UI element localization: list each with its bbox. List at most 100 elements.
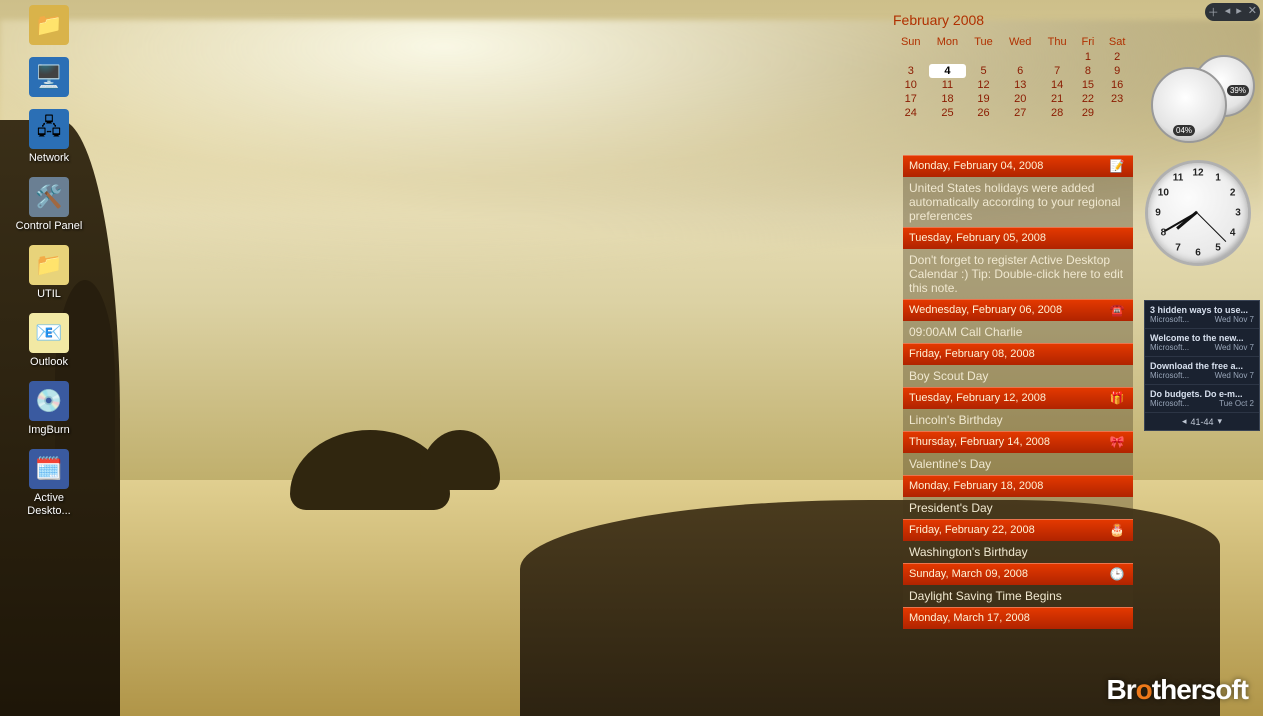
calendar-day[interactable]: 2: [1101, 50, 1133, 64]
calendar-day[interactable]: 27: [1001, 106, 1040, 120]
desktop-icon-label: Outlook: [12, 356, 86, 369]
calendar-day[interactable]: 17: [893, 92, 929, 106]
desktop-icon[interactable]: 📁: [12, 5, 86, 45]
feed-pager[interactable]: ◂ 41-44 ▾: [1145, 413, 1259, 430]
event-body[interactable]: Lincoln's Birthday: [903, 409, 1133, 431]
sidebar-prev-icon[interactable]: ◂: [1225, 4, 1231, 20]
clock-number: 4: [1230, 228, 1236, 239]
calendar-day[interactable]: 14: [1040, 78, 1075, 92]
desktop-icon[interactable]: 📁 UTIL: [12, 245, 86, 301]
desktop-icon[interactable]: 🖥️: [12, 57, 86, 97]
clock-number: 6: [1195, 248, 1201, 259]
calendar-day[interactable]: 24: [893, 106, 929, 120]
watermark-text: thersoft: [1152, 674, 1248, 705]
calendar-day[interactable]: 28: [1040, 106, 1075, 120]
calendar-grid: SunMonTueWedThuFriSat 123456789101112131…: [893, 34, 1133, 120]
event-header[interactable]: Wednesday, February 06, 2008 ☎️: [903, 299, 1133, 321]
calendar-day: [1040, 50, 1075, 64]
event-header[interactable]: Monday, March 17, 2008: [903, 607, 1133, 629]
cpu-gadget[interactable]: 39% 04%: [1151, 55, 1251, 145]
calendar-day[interactable]: 25: [929, 106, 967, 120]
sidebar-controls[interactable]: ＋ ◂ ▸ ✕: [1205, 3, 1260, 21]
calendar-day[interactable]: 7: [1040, 64, 1075, 78]
calendar-day[interactable]: 12: [966, 78, 1000, 92]
calendar-day[interactable]: 18: [929, 92, 967, 106]
desktop-icon-label: Active Deskto...: [12, 492, 86, 518]
calendar-day[interactable]: 16: [1101, 78, 1133, 92]
watermark-text: Br: [1107, 674, 1136, 705]
wallpaper-rock: [420, 430, 500, 490]
event-date: Tuesday, February 05, 2008: [909, 232, 1107, 244]
calendar-day[interactable]: 22: [1075, 92, 1102, 106]
event-header[interactable]: Tuesday, February 05, 2008: [903, 227, 1133, 249]
event-body[interactable]: Don't forget to register Active Desktop …: [903, 249, 1133, 299]
calendar-day[interactable]: 23: [1101, 92, 1133, 106]
calendar-day[interactable]: 3: [893, 64, 929, 78]
sidebar: ＋ ◂ ▸ ✕ 39% 04% 123456789101112 3 hidden…: [1143, 0, 1263, 716]
calendar-day[interactable]: 21: [1040, 92, 1075, 106]
calendar-day[interactable]: 9: [1101, 64, 1133, 78]
desktop-icon-glyph: 📧: [29, 313, 69, 353]
feed-item[interactable]: Welcome to the new... Microsoft...Wed No…: [1145, 329, 1259, 357]
event-header[interactable]: Sunday, March 09, 2008 🕒: [903, 563, 1133, 585]
desktop[interactable]: 📁 🖥️ 🖧 Network 🛠️ Control Panel 📁 UTIL 📧 Ou…: [0, 0, 1263, 716]
feed-item[interactable]: Do budgets. Do e-m... Microsoft...Tue Oc…: [1145, 385, 1259, 413]
feed-item[interactable]: 3 hidden ways to use... Microsoft...Wed …: [1145, 301, 1259, 329]
pager-prev-icon[interactable]: ◂: [1182, 416, 1187, 427]
calendar-day[interactable]: 11: [929, 78, 967, 92]
calendar-day[interactable]: 20: [1001, 92, 1040, 106]
event-date: Monday, March 17, 2008: [909, 612, 1107, 624]
event-body[interactable]: Daylight Saving Time Begins: [903, 585, 1133, 607]
calendar-day[interactable]: 13: [1001, 78, 1040, 92]
calendar-widget[interactable]: February 2008 SunMonTueWedThuFriSat 1234…: [893, 12, 1133, 120]
events-list[interactable]: Monday, February 04, 2008 📝United States…: [903, 155, 1133, 629]
calendar-day: [893, 50, 929, 64]
feed-when: Tue Oct 2: [1219, 399, 1254, 408]
clock-number: 11: [1173, 173, 1184, 184]
calendar-day[interactable]: 26: [966, 106, 1000, 120]
calendar-day[interactable]: 1: [1075, 50, 1102, 64]
event-body[interactable]: Washington's Birthday: [903, 541, 1133, 563]
feed-item[interactable]: Download the free a... Microsoft...Wed N…: [1145, 357, 1259, 385]
calendar-day[interactable]: 6: [1001, 64, 1040, 78]
calendar-day[interactable]: 10: [893, 78, 929, 92]
clock-number: 10: [1158, 188, 1169, 199]
calendar-day[interactable]: 8: [1075, 64, 1102, 78]
desktop-icon-glyph: 📁: [29, 245, 69, 285]
feed-title: Do budgets. Do e-m...: [1150, 389, 1254, 399]
feed-title: Download the free a...: [1150, 361, 1254, 371]
desktop-icon[interactable]: 🗓️ Active Deskto...: [12, 449, 86, 518]
desktop-icon[interactable]: 🖧 Network: [12, 109, 86, 165]
event-icon: 🎀: [1107, 434, 1127, 450]
event-header[interactable]: Friday, February 22, 2008 🎂: [903, 519, 1133, 541]
event-body[interactable]: 09:00AM Call Charlie: [903, 321, 1133, 343]
event-body[interactable]: United States holidays were added automa…: [903, 177, 1133, 227]
desktop-icon-glyph: 🗓️: [29, 449, 69, 489]
event-header[interactable]: Friday, February 08, 2008: [903, 343, 1133, 365]
calendar-dow: Tue: [966, 34, 1000, 50]
clock-gadget[interactable]: 123456789101112: [1145, 160, 1251, 266]
sidebar-next-icon[interactable]: ▸: [1236, 4, 1242, 20]
event-body[interactable]: President's Day: [903, 497, 1133, 519]
sidebar-close-icon[interactable]: ✕: [1248, 4, 1257, 20]
calendar-day[interactable]: 19: [966, 92, 1000, 106]
feed-gadget[interactable]: 3 hidden ways to use... Microsoft...Wed …: [1144, 300, 1260, 431]
calendar-day[interactable]: 15: [1075, 78, 1102, 92]
event-icon: [1107, 230, 1127, 246]
calendar-day[interactable]: 29: [1075, 106, 1102, 120]
event-header[interactable]: Tuesday, February 12, 2008 🎁: [903, 387, 1133, 409]
desktop-icon[interactable]: 🛠️ Control Panel: [12, 177, 86, 233]
event-header[interactable]: Monday, February 04, 2008 📝: [903, 155, 1133, 177]
desktop-icon[interactable]: 📧 Outlook: [12, 313, 86, 369]
event-body[interactable]: Valentine's Day: [903, 453, 1133, 475]
sidebar-add-icon[interactable]: ＋: [1208, 4, 1219, 20]
event-header[interactable]: Monday, February 18, 2008: [903, 475, 1133, 497]
calendar-day[interactable]: 5: [966, 64, 1000, 78]
pager-dropdown-icon[interactable]: ▾: [1218, 416, 1223, 427]
clock-number: 5: [1215, 242, 1221, 253]
desktop-icon[interactable]: 💿 ImgBurn: [12, 381, 86, 437]
event-header[interactable]: Thursday, February 14, 2008 🎀: [903, 431, 1133, 453]
calendar-day[interactable]: 4: [929, 64, 967, 78]
event-body[interactable]: Boy Scout Day: [903, 365, 1133, 387]
feed-source: Microsoft...: [1150, 343, 1189, 352]
